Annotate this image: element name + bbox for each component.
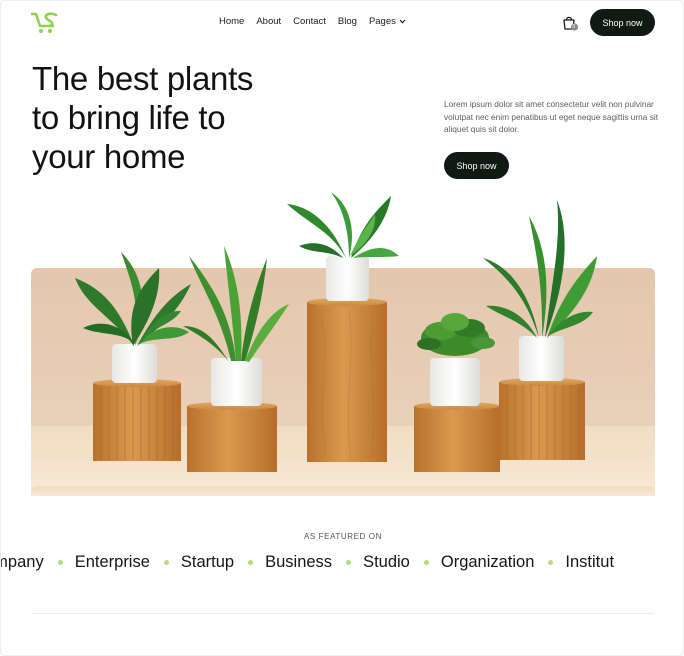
bullet-dot bbox=[57, 560, 63, 565]
page-frame: Home About Contact Blog Pages 0 Shop now… bbox=[0, 0, 684, 656]
header-shop-now-button[interactable]: Shop now bbox=[590, 9, 655, 36]
brand-item: Business bbox=[265, 553, 333, 571]
nav-about-label[interactable]: About bbox=[256, 16, 281, 27]
hero-description: Lorem ipsum dolor sit amet consectetur v… bbox=[444, 99, 659, 135]
hero-shop-now-label[interactable]: Shop now bbox=[456, 161, 496, 171]
bullet-dot bbox=[346, 560, 352, 565]
nav-blog[interactable]: Blog bbox=[338, 16, 357, 27]
shopping-bag-icon[interactable]: 0 bbox=[561, 14, 579, 32]
nav-contact-label[interactable]: Contact bbox=[293, 16, 326, 27]
chevron-down-icon[interactable] bbox=[399, 17, 406, 26]
hero-title-line: The best plants bbox=[32, 60, 254, 97]
bullet-dot bbox=[248, 560, 254, 565]
hero-title-line: to bring life to bbox=[32, 99, 226, 136]
bullet-dot bbox=[423, 560, 429, 565]
nav-contact[interactable]: Contact bbox=[293, 16, 326, 27]
brand-item: Institut bbox=[565, 553, 615, 571]
brand-item: Organization bbox=[440, 553, 535, 571]
hero-shop-now-button[interactable]: Shop now bbox=[444, 152, 509, 179]
brand-item: Enterprise bbox=[74, 553, 150, 571]
nav-home[interactable]: Home bbox=[219, 16, 244, 27]
brand-logo-icon[interactable] bbox=[30, 11, 59, 35]
cart-badge-count: 0 bbox=[572, 23, 576, 30]
nav-blog-label[interactable]: Blog bbox=[338, 16, 357, 27]
hero-plants-image bbox=[31, 186, 655, 496]
brand-item: Studio bbox=[363, 553, 410, 571]
nav-home-label[interactable]: Home bbox=[219, 16, 244, 27]
nav-pages-label[interactable]: Pages bbox=[369, 16, 396, 27]
featured-brands-row: ompany Enterprise Startup Business Studi… bbox=[1, 553, 615, 572]
featured-on-label: AS FEATURED ON bbox=[303, 532, 383, 541]
hero-title-line: your home bbox=[32, 138, 186, 175]
bullet-dot bbox=[548, 560, 554, 565]
nav-about[interactable]: About bbox=[256, 16, 281, 27]
brand-item: ompany bbox=[1, 553, 44, 571]
bullet-dot bbox=[163, 560, 169, 565]
hero-title: The best plants to bring life to your ho… bbox=[32, 59, 332, 176]
main-nav: Home About Contact Blog Pages bbox=[219, 16, 418, 27]
header-shop-now-label[interactable]: Shop now bbox=[602, 18, 642, 28]
brand-item: Startup bbox=[180, 553, 235, 571]
section-divider bbox=[32, 613, 654, 614]
nav-pages-dropdown[interactable]: Pages bbox=[369, 16, 406, 27]
